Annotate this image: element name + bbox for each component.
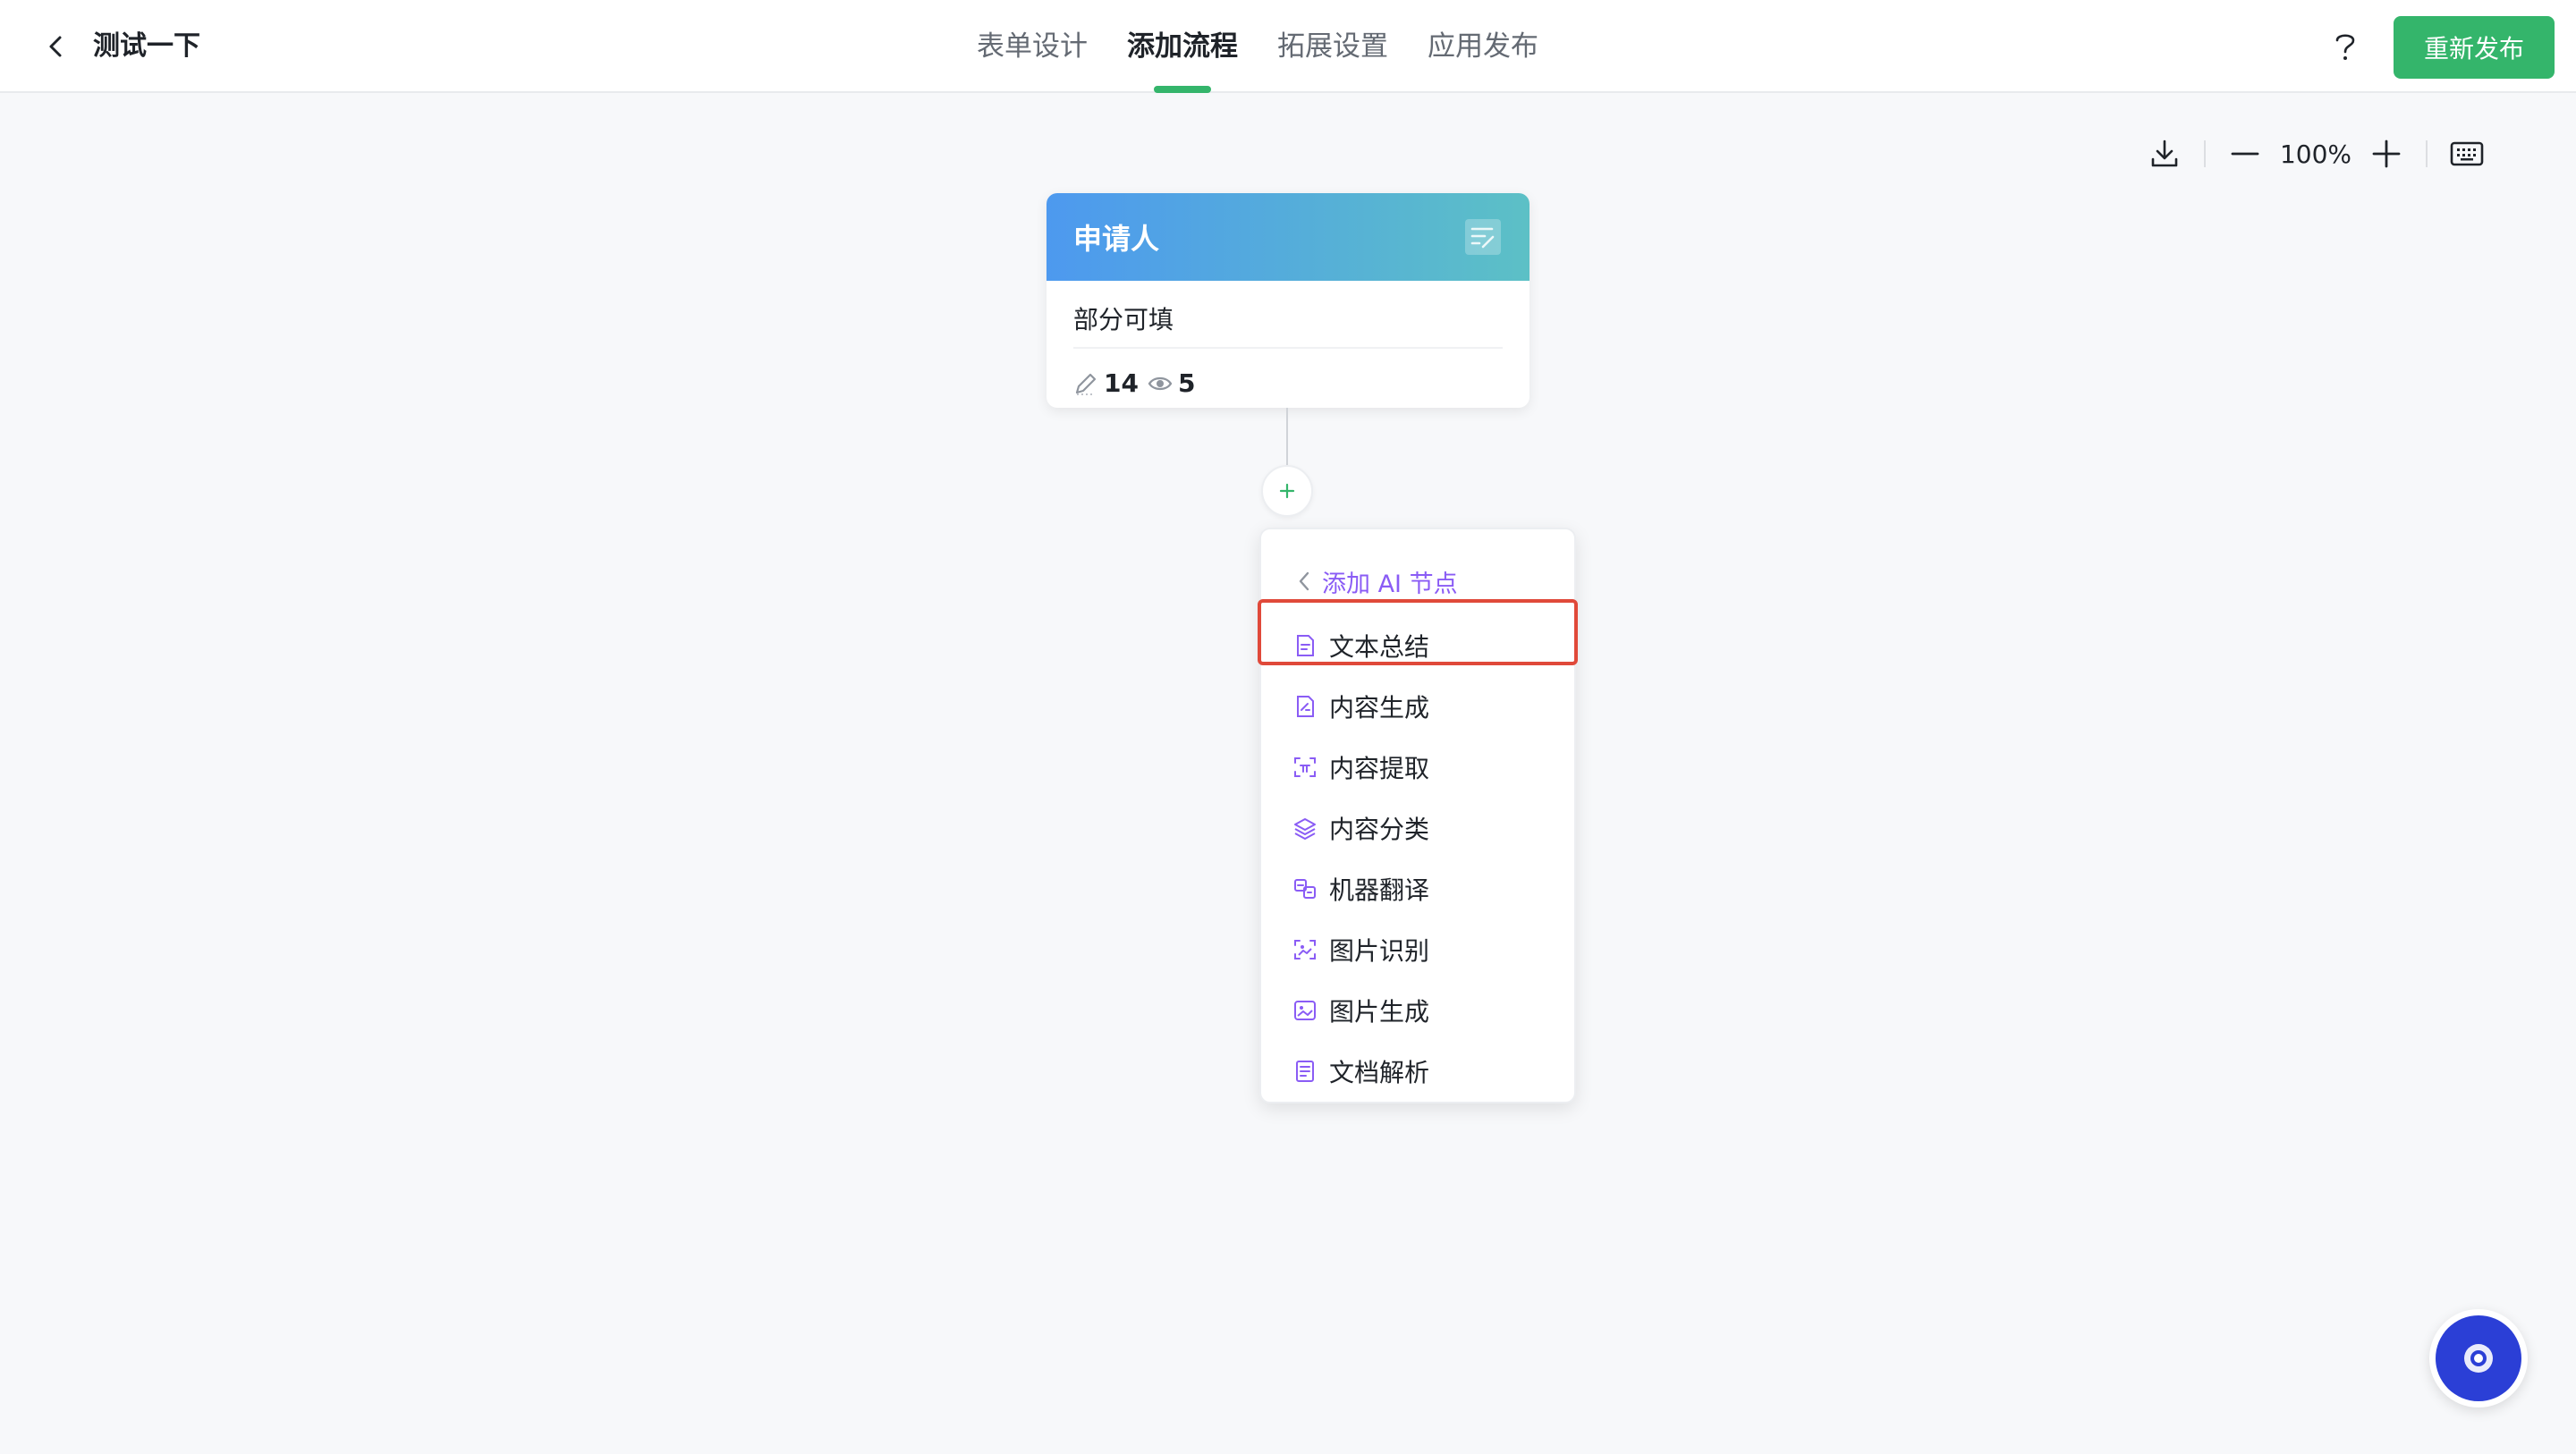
- applicant-node-card[interactable]: 申请人 部分可填 14 5: [1046, 193, 1530, 408]
- menu-item-label: 文本总结: [1329, 632, 1430, 662]
- pencil-icon: [1075, 373, 1097, 395]
- menu-item-image-recognition[interactable]: 图片识别: [1261, 919, 1574, 980]
- toolbar-divider: [2426, 140, 2428, 167]
- menu-item-content-classify[interactable]: 内容分类: [1261, 798, 1574, 858]
- document-parse-icon: [1292, 1058, 1318, 1085]
- ai-assistant-button[interactable]: [2429, 1309, 2528, 1408]
- keyboard-icon[interactable]: [2445, 132, 2488, 175]
- menu-item-content-extract[interactable]: 内容提取: [1261, 737, 1574, 798]
- menu-item-text-summary[interactable]: 文本总结: [1261, 615, 1574, 676]
- eye-icon: [1148, 376, 1173, 390]
- menu-item-label: 机器翻译: [1329, 875, 1430, 905]
- zoom-in-icon[interactable]: [2365, 132, 2408, 175]
- menu-item-label: 图片生成: [1329, 997, 1430, 1027]
- download-icon[interactable]: [2143, 132, 2186, 175]
- toolbar-divider: [2204, 140, 2206, 167]
- tab-add-process[interactable]: 添加流程: [1127, 0, 1238, 93]
- translate-icon: [1292, 875, 1318, 902]
- back-arrow-icon[interactable]: [36, 27, 75, 66]
- viewable-count: 5: [1177, 368, 1196, 398]
- menu-item-label: 文档解析: [1329, 1058, 1430, 1087]
- menu-item-machine-translate[interactable]: 机器翻译: [1261, 858, 1574, 919]
- menu-item-label: 内容分类: [1329, 815, 1430, 844]
- content-generate-icon: [1292, 693, 1318, 720]
- main-tabs: 表单设计 添加流程 拓展设置 应用发布: [977, 0, 1578, 93]
- zoom-out-icon[interactable]: [2224, 132, 2267, 175]
- node-body: 部分可填 14 5: [1046, 281, 1530, 398]
- tab-extension-settings[interactable]: 拓展设置: [1277, 0, 1388, 93]
- add-node-button[interactable]: [1261, 465, 1313, 517]
- chevron-left-icon: [1299, 571, 1309, 591]
- layers-icon: [1292, 815, 1318, 841]
- menu-header-label: 添加 AI 节点: [1322, 570, 1458, 598]
- text-summary-icon: [1292, 632, 1318, 659]
- tab-app-publish[interactable]: 应用发布: [1428, 0, 1538, 93]
- menu-item-label: 内容生成: [1329, 693, 1430, 723]
- app-title: 测试一下: [93, 30, 200, 62]
- node-title: 申请人: [1073, 222, 1160, 256]
- node-description: 部分可填: [1073, 300, 1503, 349]
- add-ai-node-menu: 添加 AI 节点 文本总结 内容生成 内容提取 内容分类 机器翻译 图片识别 图…: [1259, 528, 1576, 1103]
- menu-item-label: 内容提取: [1329, 754, 1430, 783]
- menu-item-label: 图片识别: [1329, 936, 1430, 966]
- zoom-level: 100%: [2279, 139, 2352, 169]
- menu-item-image-generate[interactable]: 图片生成: [1261, 980, 1574, 1041]
- node-stats: 14 5: [1073, 368, 1503, 398]
- top-header: 测试一下 表单设计 添加流程 拓展设置 应用发布 重新发布: [0, 0, 2576, 93]
- canvas-toolbar: 100%: [2143, 132, 2488, 175]
- tab-form-design[interactable]: 表单设计: [977, 0, 1088, 93]
- content-extract-icon: [1292, 754, 1318, 781]
- image-generate-icon: [1292, 997, 1318, 1024]
- assistant-logo-icon: [2436, 1315, 2521, 1401]
- menu-back-header[interactable]: 添加 AI 节点: [1295, 556, 1458, 606]
- editable-count: 14: [1104, 368, 1139, 398]
- form-edit-icon: [1463, 217, 1503, 257]
- menu-item-document-parse[interactable]: 文档解析: [1261, 1041, 1574, 1102]
- node-header: 申请人: [1046, 193, 1530, 281]
- republish-button[interactable]: 重新发布: [2394, 16, 2555, 79]
- menu-item-content-generate[interactable]: 内容生成: [1261, 676, 1574, 737]
- plus-icon: [1279, 483, 1295, 499]
- image-scan-icon: [1292, 936, 1318, 963]
- question-icon[interactable]: [2326, 27, 2365, 66]
